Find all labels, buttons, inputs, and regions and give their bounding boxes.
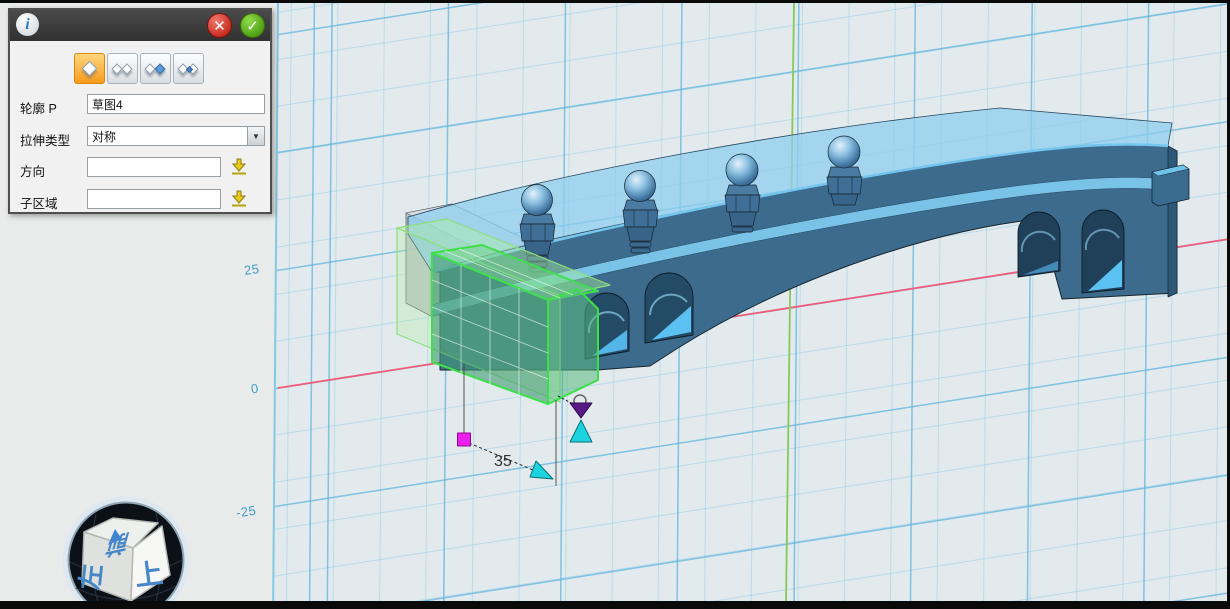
view-cube[interactable]: 前 左 上 (65, 499, 187, 609)
dimension-start-handle[interactable] (458, 433, 471, 446)
chevron-down-icon[interactable]: ▼ (247, 127, 264, 145)
info-icon[interactable]: i (16, 13, 39, 36)
profile-field-label: 轮廓 P (20, 98, 57, 117)
bridge-model[interactable]: 35 (397, 108, 1189, 486)
bolt-4 (827, 136, 862, 205)
confirm-button[interactable]: ✓ (240, 13, 265, 38)
rail-end-cap[interactable] (1152, 165, 1189, 206)
direction-handle-cone[interactable] (570, 403, 592, 418)
profile-input[interactable] (87, 94, 265, 114)
view-cube-label-up[interactable]: 上 (133, 557, 165, 591)
direction-field-label: 方向 (20, 161, 45, 180)
bottom-frame-bar (0, 601, 1230, 609)
subregion-picker-icon[interactable] (229, 190, 249, 208)
extrude-type-label: 拉伸类型 (20, 130, 70, 149)
subregion-field-label: 子区域 (20, 193, 58, 212)
subregion-input[interactable] (87, 189, 221, 209)
view-cube-label-left[interactable]: 左 (75, 563, 108, 592)
diamond-blue-icon (154, 63, 165, 74)
diamond-icon (82, 61, 98, 77)
dimension-arrow-handle[interactable] (530, 461, 553, 479)
extrude-intersect-button[interactable] (173, 53, 204, 84)
top-frame-bar (0, 0, 1230, 3)
extrude-type-select[interactable]: 对称 ▼ (87, 126, 265, 146)
extrude-mode-toolbar (74, 53, 204, 84)
dimension-value[interactable]: 35 (494, 453, 512, 470)
dialog-title-bar: i ✕ ✓ (10, 10, 270, 41)
cancel-button[interactable]: ✕ (207, 13, 232, 38)
extrude-type-value: 对称 (92, 128, 116, 145)
extrude-remove-button[interactable] (140, 53, 171, 84)
extrude-drag-arrow[interactable] (570, 420, 592, 442)
cad-application-window: 25 0 -25 (0, 0, 1230, 609)
diamond-icon (121, 63, 132, 74)
extrude-dialog: i ✕ ✓ 轮廓 P 拉伸类型 对称 (8, 8, 272, 214)
extrude-add-button[interactable] (107, 53, 138, 84)
direction-input[interactable] (87, 157, 221, 177)
direction-picker-icon[interactable] (229, 158, 249, 176)
extrude-base-button[interactable] (74, 53, 105, 84)
